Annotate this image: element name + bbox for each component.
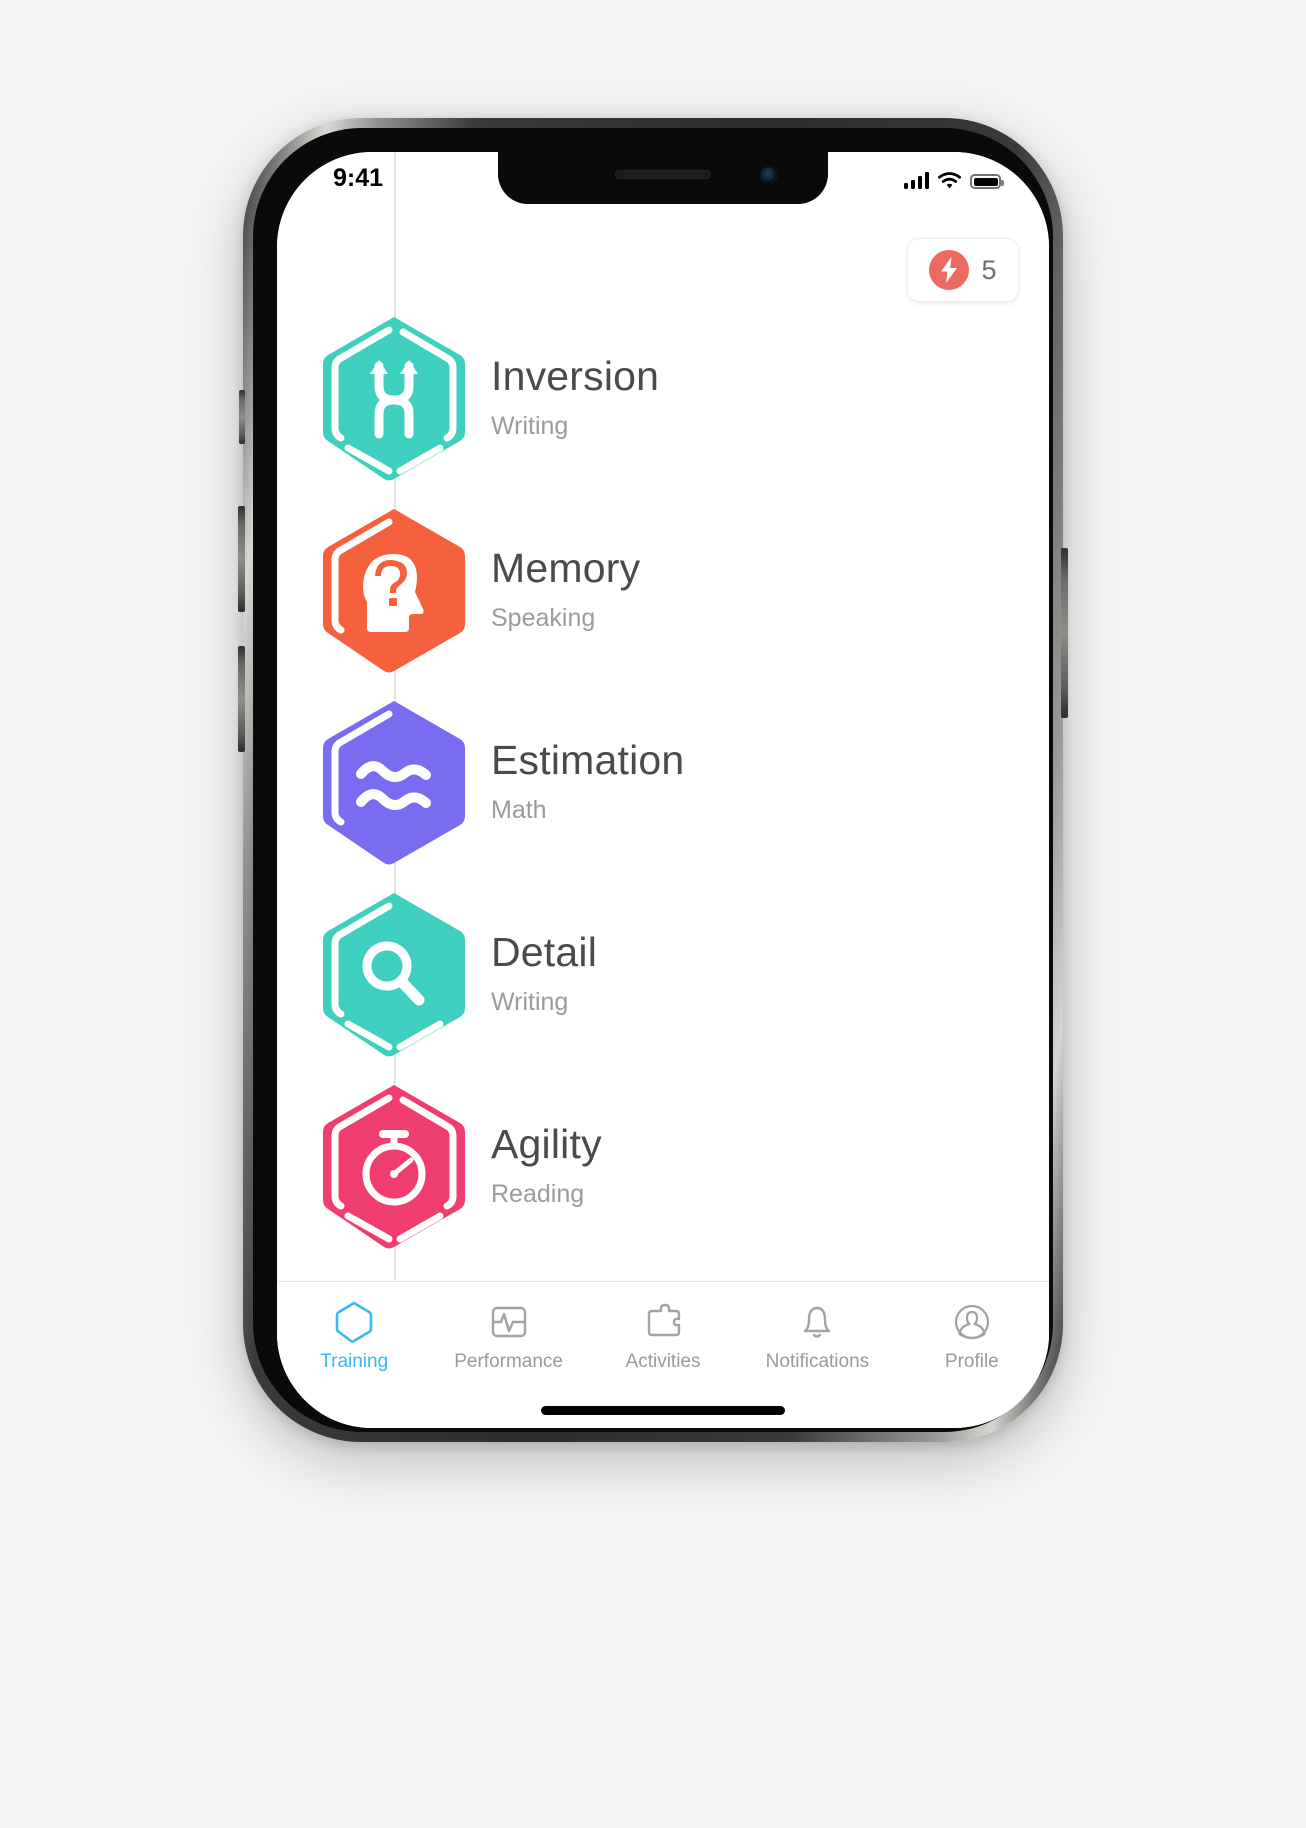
power-button[interactable] <box>1061 548 1068 718</box>
skill-badge-estimation[interactable] <box>299 698 489 866</box>
skill-row-detail[interactable]: Detail Writing <box>277 878 1049 1070</box>
skill-info-estimation: Estimation Math <box>489 739 684 824</box>
streak-badge[interactable]: 5 <box>907 238 1019 302</box>
tab-label: Notifications <box>765 1351 870 1372</box>
skill-list: Inversion Writing Memory Speaking Estima… <box>277 302 1049 1262</box>
skill-info-detail: Detail Writing <box>489 931 597 1016</box>
skill-title: Agility <box>491 1121 602 1168</box>
tab-label: Performance <box>454 1351 563 1372</box>
skill-info-inversion: Inversion Writing <box>489 355 659 440</box>
bell-icon <box>797 1300 837 1344</box>
skill-category: Writing <box>491 987 569 1016</box>
skill-category: Speaking <box>491 603 596 632</box>
skill-badge-agility[interactable] <box>299 1082 489 1250</box>
hexagon-icon <box>334 1300 374 1344</box>
streak-count: 5 <box>981 254 997 285</box>
phone-bezel: 5 Inversion Writing Memory Speaking Esti… <box>253 128 1053 1432</box>
skill-row-memory[interactable]: Memory Speaking <box>277 494 1049 686</box>
approximately-equal-icon <box>323 701 465 865</box>
skill-title: Detail <box>491 929 598 976</box>
volume-down-button[interactable] <box>238 646 245 752</box>
skill-info-memory: Memory Speaking <box>489 547 640 632</box>
tab-label: Activities <box>625 1351 701 1372</box>
phone-device-frame: 5 Inversion Writing Memory Speaking Esti… <box>238 118 1068 1442</box>
head-question-icon <box>323 509 465 673</box>
skill-category: Reading <box>491 1179 585 1208</box>
tab-label: Training <box>320 1351 389 1372</box>
skill-info-agility: Agility Reading <box>489 1123 602 1208</box>
skill-title: Estimation <box>491 737 685 784</box>
puzzle-piece-icon <box>643 1300 683 1344</box>
inversion-arrows-icon <box>323 317 465 481</box>
skill-row-estimation[interactable]: Estimation Math <box>277 686 1049 878</box>
tab-label: Profile <box>944 1351 999 1372</box>
skill-title: Memory <box>491 545 641 592</box>
mute-switch-button[interactable] <box>239 390 245 444</box>
tab-profile[interactable]: Profile <box>895 1282 1049 1428</box>
volume-up-button[interactable] <box>238 506 245 612</box>
front-camera-icon <box>761 168 776 183</box>
user-circle-icon <box>952 1300 992 1344</box>
magnifying-glass-icon <box>323 893 465 1057</box>
skill-badge-inversion[interactable] <box>299 314 489 482</box>
earpiece-speaker <box>615 170 711 179</box>
skill-badge-detail[interactable] <box>299 890 489 1058</box>
skill-badge-memory[interactable] <box>299 506 489 674</box>
tab-training[interactable]: Training <box>277 1282 431 1428</box>
lightning-bolt-icon <box>929 250 970 290</box>
skill-title: Inversion <box>491 353 660 400</box>
device-notch <box>498 152 828 204</box>
stopwatch-icon <box>323 1085 465 1249</box>
home-indicator[interactable] <box>541 1406 785 1415</box>
skill-category: Math <box>491 795 547 824</box>
phone-screen: 5 Inversion Writing Memory Speaking Esti… <box>277 152 1049 1428</box>
skill-category: Writing <box>491 411 569 440</box>
skill-row-inversion[interactable]: Inversion Writing <box>277 302 1049 494</box>
app-content: 5 Inversion Writing Memory Speaking Esti… <box>277 152 1049 1428</box>
chart-pulse-icon <box>489 1300 529 1344</box>
skill-row-agility[interactable]: Agility Reading <box>277 1070 1049 1262</box>
